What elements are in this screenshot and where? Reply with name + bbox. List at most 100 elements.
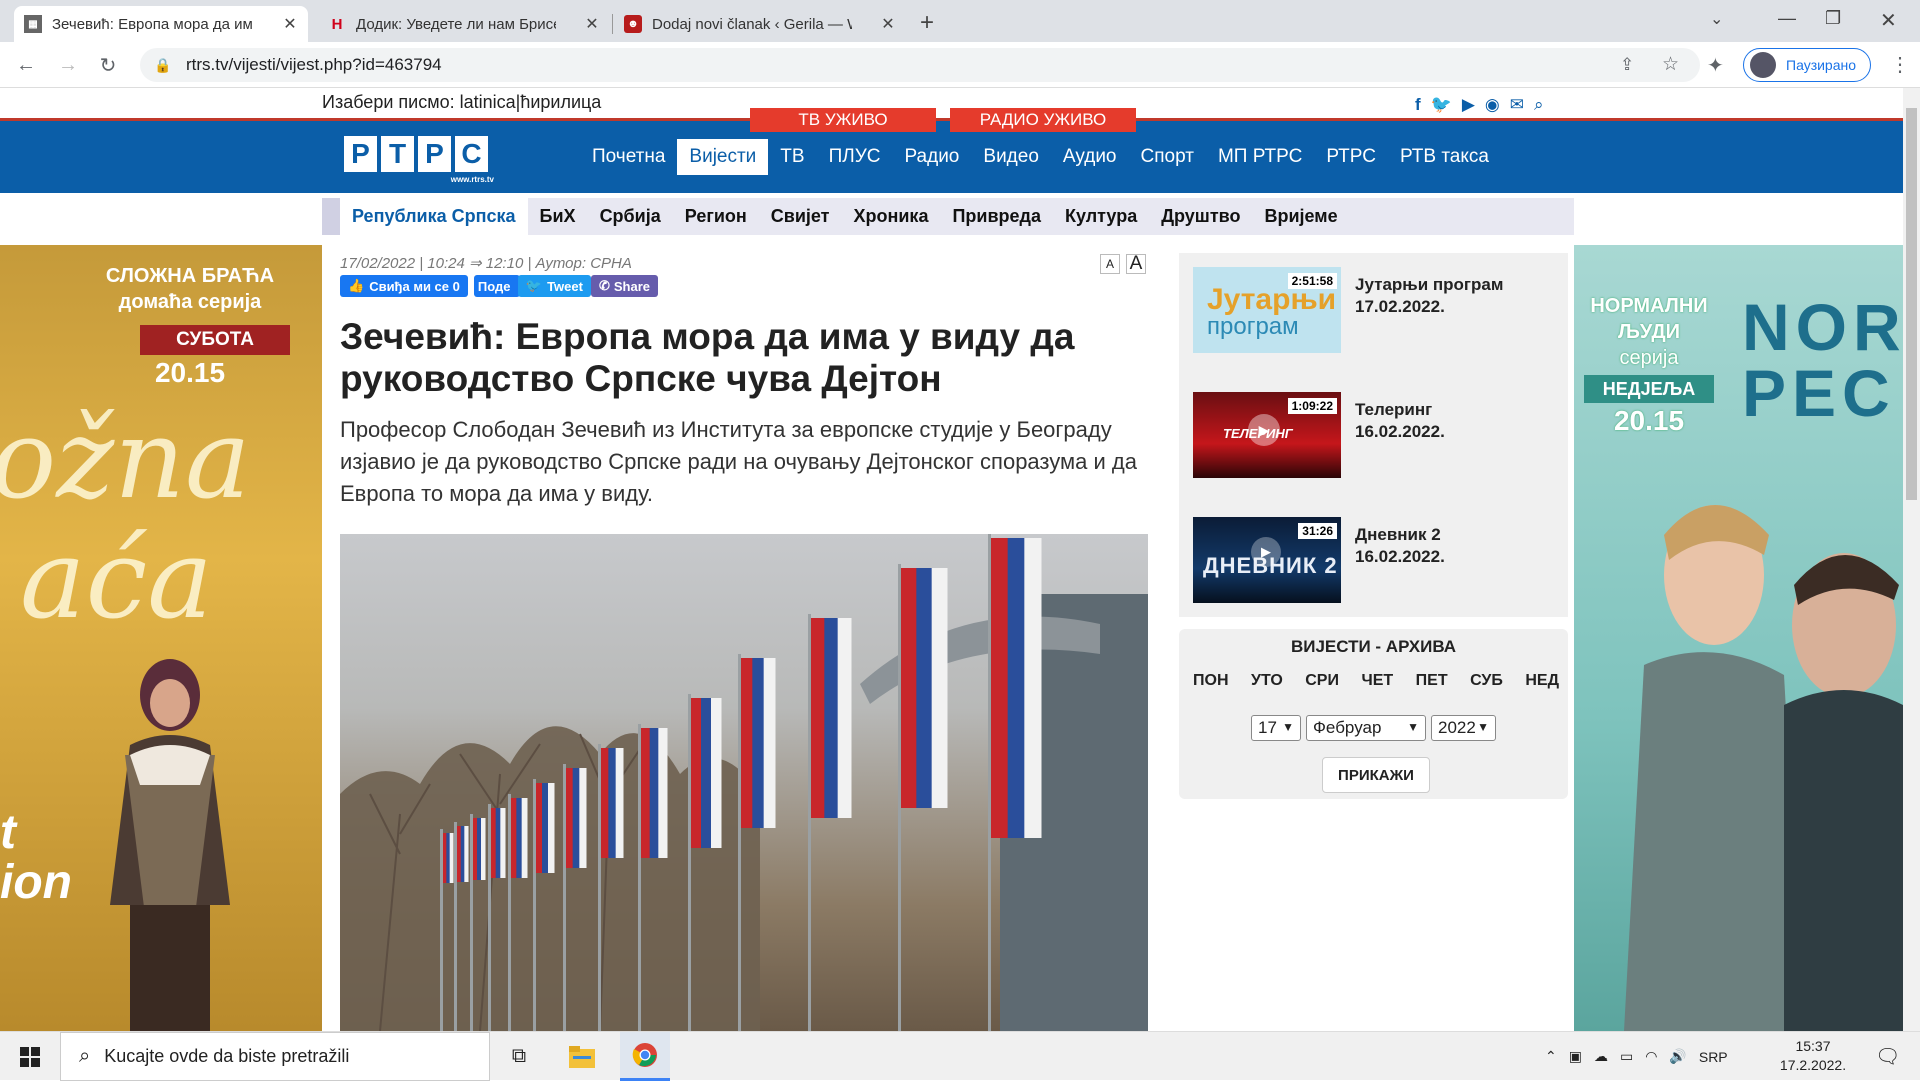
- right-ad-banner[interactable]: НОРМАЛНИ ЉУДИ серија НЕДЈЕЉА 20.15 NOR P…: [1574, 245, 1903, 1031]
- chevron-up-icon[interactable]: ⌃: [1545, 1048, 1557, 1065]
- new-tab-icon[interactable]: +: [920, 9, 934, 37]
- subnav-item[interactable]: Привреда: [940, 198, 1053, 235]
- weekday: УТО: [1250, 672, 1283, 689]
- month-select[interactable]: Фебруар ▼: [1306, 715, 1426, 741]
- video-title[interactable]: Дневник 2: [1355, 523, 1441, 547]
- maximize-icon[interactable]: ❐: [1825, 8, 1841, 29]
- subnav-item[interactable]: Свијет: [759, 198, 842, 235]
- menu-item[interactable]: РТРС: [1314, 139, 1388, 175]
- twitter-icon[interactable]: 🐦: [1431, 95, 1452, 115]
- wifi-icon[interactable]: ◠: [1645, 1048, 1657, 1065]
- video-title[interactable]: Јутарњи програм: [1355, 273, 1503, 297]
- month-value: Фебруар: [1313, 718, 1382, 737]
- video-item[interactable]: ТЕЛЕРИНГ 1:09:22 ▶ Теле­ринг 16.02.2022.: [1193, 392, 1553, 480]
- menu-item[interactable]: ТВ: [768, 139, 816, 175]
- menu-item[interactable]: Аудио: [1051, 139, 1129, 175]
- script-latin-link[interactable]: latinica: [460, 92, 516, 112]
- menu-item[interactable]: Спорт: [1129, 139, 1206, 175]
- live-radio-button[interactable]: РАДИО УЖИВО: [950, 108, 1136, 132]
- menu-item[interactable]: ПЛУС: [817, 139, 893, 175]
- mail-icon[interactable]: ✉: [1510, 95, 1524, 115]
- font-large-button[interactable]: A: [1126, 253, 1146, 274]
- subnav-item[interactable]: Република Српска: [340, 198, 528, 235]
- viber-share-button[interactable]: ✆ Share: [590, 275, 658, 297]
- facebook-like-button[interactable]: 👍 Свиђа ми се 0: [340, 275, 468, 297]
- day-select[interactable]: 17 ▼: [1251, 715, 1301, 741]
- live-tv-button[interactable]: ТВ УЖИВО: [750, 108, 936, 132]
- logo-letter: С: [455, 136, 488, 172]
- address-bar[interactable]: 🔒 rtrs.tv/vijesti/vijest.php?id=463794 ⇪…: [140, 48, 1700, 82]
- menu-item[interactable]: Видео: [971, 139, 1051, 175]
- reload-icon[interactable]: ↻: [96, 53, 120, 77]
- device-icon[interactable]: ▣: [1569, 1048, 1582, 1065]
- show-archive-button[interactable]: ПРИКАЖИ: [1322, 757, 1430, 793]
- notifications-icon[interactable]: 🗨: [1875, 1044, 1900, 1069]
- play-icon: ▶: [1251, 537, 1281, 567]
- extensions-icon[interactable]: ✦: [1707, 53, 1724, 78]
- taskbar-search[interactable]: ⌕ Kucajte ovde da biste pretražili: [60, 1032, 490, 1081]
- youtube-icon[interactable]: ▶: [1462, 95, 1475, 115]
- left-ad-banner[interactable]: СЛОЖНА БРАЋА домаћа серија СУБОТА 20.15 …: [0, 245, 322, 1031]
- back-icon[interactable]: ←: [14, 53, 38, 77]
- rss-icon[interactable]: ◉: [1485, 95, 1500, 115]
- subnav-item[interactable]: Србија: [588, 198, 673, 235]
- close-tab-icon[interactable]: ✕: [282, 14, 298, 34]
- logo-letter: Р: [344, 136, 377, 172]
- volume-icon[interactable]: 🔊: [1669, 1048, 1686, 1065]
- browser-tab-active[interactable]: ▦ Зечевић: Европа мора да има у ✕: [14, 6, 308, 42]
- search-icon[interactable]: ⌕: [1534, 95, 1544, 115]
- close-window-icon[interactable]: ✕: [1880, 8, 1897, 33]
- video-item[interactable]: ДНЕВНИК 2 31:26 ▶ Дневник 2 16.02.2022.: [1193, 517, 1553, 605]
- script-label: Изабери писмо:: [322, 92, 455, 112]
- language-indicator[interactable]: SRP: [1699, 1049, 1728, 1065]
- subnav-item[interactable]: Култура: [1053, 198, 1149, 235]
- facebook-icon[interactable]: f: [1415, 95, 1421, 115]
- menu-item[interactable]: МП РТРС: [1206, 139, 1314, 175]
- close-tab-icon[interactable]: ✕: [880, 14, 896, 34]
- share-icon[interactable]: ⇪: [1620, 55, 1634, 75]
- tweet-button[interactable]: 🐦 Tweet: [517, 275, 591, 297]
- minimize-icon[interactable]: —: [1778, 8, 1796, 29]
- subnav-item[interactable]: БиХ: [528, 198, 588, 235]
- logo-letter: Т: [381, 136, 414, 172]
- subnav-item[interactable]: Хроника: [842, 198, 941, 235]
- battery-icon[interactable]: ▭: [1620, 1048, 1633, 1065]
- video-item[interactable]: Јутарњи програм 2:51:58 Јутарњи програм …: [1193, 267, 1553, 355]
- subnav-item[interactable]: Регион: [673, 198, 759, 235]
- script-cyrillic-link[interactable]: ћирилица: [520, 92, 601, 112]
- twitter-icon: 🐦: [525, 278, 543, 293]
- menu-item[interactable]: Радио: [893, 139, 972, 175]
- system-tray: ⌃ ▣ ☁ ▭ ◠ 🔊 SRP: [1545, 1032, 1728, 1081]
- menu-item[interactable]: Вијести: [677, 139, 769, 175]
- subnav-item[interactable]: Друштво: [1149, 198, 1252, 235]
- weekday-labels: ПОН УТО СРИ ЧЕТ ПЕТ СУБ НЕД: [1193, 672, 1559, 690]
- forward-icon[interactable]: →: [56, 53, 80, 77]
- task-view-icon[interactable]: ⧉: [494, 1032, 544, 1081]
- profile-button[interactable]: Паузирано: [1743, 48, 1871, 82]
- browser-tab-2[interactable]: H Додик: Уведете ли нам Брисел с ✕: [318, 6, 610, 42]
- flags-image: [340, 534, 1148, 1031]
- rtrs-logo[interactable]: Р Т Р С www.rtrs.tv: [344, 136, 504, 184]
- menu-item[interactable]: РТВ такса: [1388, 139, 1501, 175]
- menu-item[interactable]: Почетна: [580, 139, 677, 175]
- menu-kebab-icon[interactable]: ⋮: [1890, 52, 1910, 77]
- scrollbar-thumb[interactable]: [1906, 108, 1917, 500]
- ad-time: 20.15: [154, 357, 226, 388]
- article-title: Зечевић: Европа мора да има у виду да ру…: [340, 316, 1075, 399]
- file-explorer-icon[interactable]: [557, 1032, 607, 1081]
- close-tab-icon[interactable]: ✕: [584, 14, 600, 34]
- tab-search-chevron-icon[interactable]: ⌄: [1710, 9, 1723, 29]
- video-title[interactable]: Теле­ринг: [1355, 398, 1432, 422]
- page-scrollbar[interactable]: [1903, 88, 1920, 1031]
- facebook-share-button[interactable]: Поде: [473, 275, 520, 297]
- browser-tab-3[interactable]: ☻ Dodaj novi članak ‹ Gerila — Wo ✕: [614, 6, 906, 42]
- bookmark-star-icon[interactable]: ☆: [1662, 53, 1679, 76]
- onedrive-icon[interactable]: ☁: [1594, 1048, 1608, 1065]
- web-page: Изабери писмо: latinica|ћирилица f 🐦 ▶ ◉…: [0, 88, 1903, 1031]
- windows-start-icon[interactable]: [5, 1032, 55, 1081]
- font-small-button[interactable]: A: [1100, 254, 1120, 274]
- clock[interactable]: 15:37 17.2.2022.: [1773, 1037, 1853, 1075]
- subnav-item[interactable]: Вријеме: [1252, 198, 1349, 235]
- year-select[interactable]: 2022 ▼: [1431, 715, 1496, 741]
- chrome-taskbar-icon[interactable]: [620, 1032, 670, 1081]
